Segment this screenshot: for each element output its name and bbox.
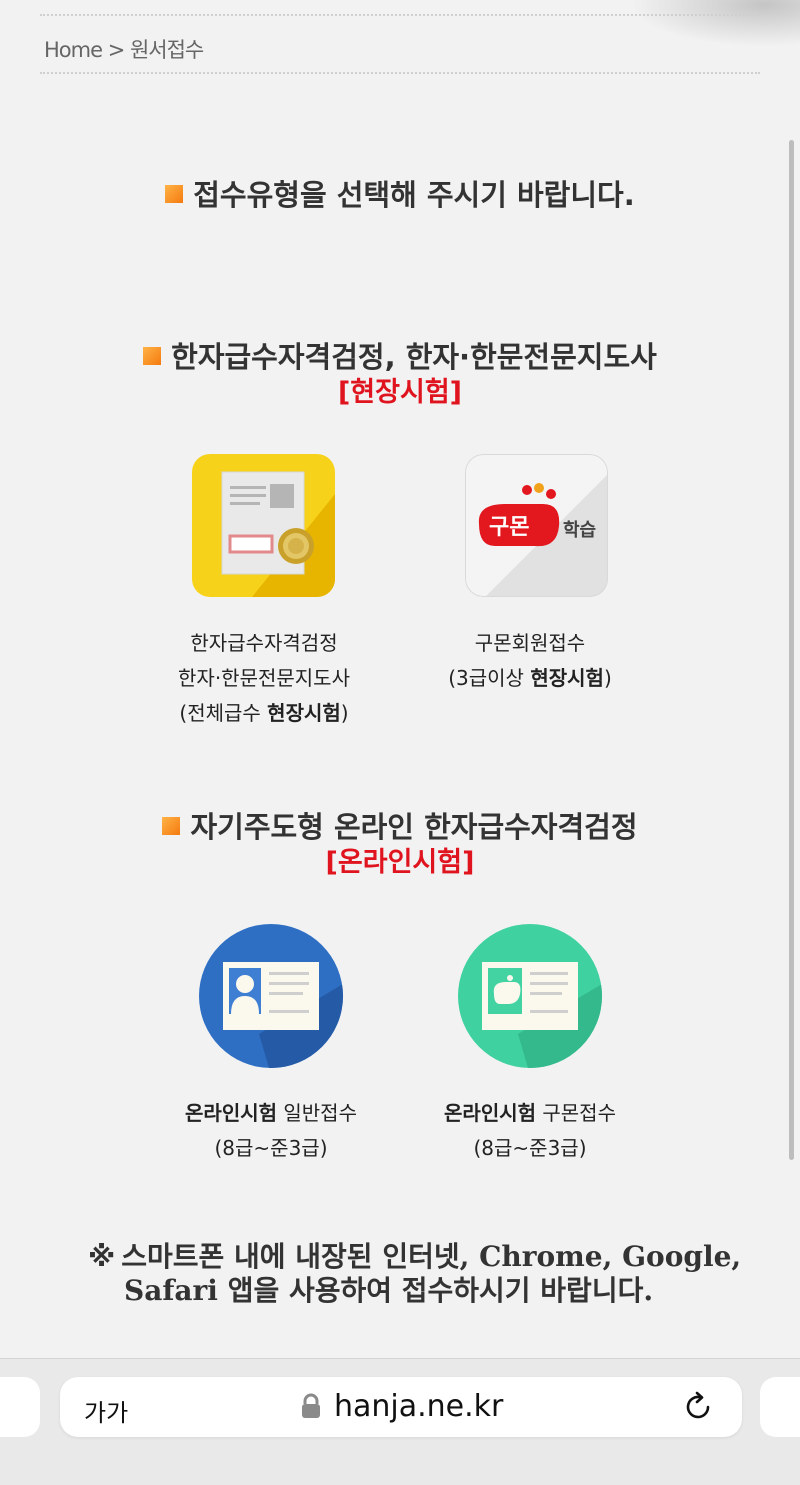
address-bar[interactable]: 가가 hanja.ne.kr <box>60 1377 742 1437</box>
scrollbar[interactable] <box>789 140 794 1160</box>
page-title: 접수유형을 선택해 주시기 바랍니다. <box>0 172 800 214</box>
caption-bold: 온라인시험 <box>444 1101 537 1125</box>
section2-subtitle: [온라인시험] <box>325 847 475 878</box>
online-kumon-caption: 온라인시험 구몬접수 (8급~준3급) <box>380 1096 680 1166</box>
caption-suffix: ) <box>340 701 349 725</box>
section1-subtitle: [현장시험] <box>337 377 463 408</box>
previous-tab[interactable] <box>0 1377 40 1437</box>
text-size-button[interactable]: 가가 <box>84 1393 128 1428</box>
notice-mark: ※ <box>88 1240 116 1273</box>
onsite-exam-caption: 한자급수자격검정 한자·한문전문지도사 (전체급수 현장시험) <box>114 626 414 731</box>
caption-bold: 현장시험 <box>530 666 604 690</box>
caption-rest: 구몬접수 <box>536 1101 616 1125</box>
caption-line: (전체급수 현장시험) <box>114 696 414 731</box>
caption-line: (8급~준3급) <box>214 1136 328 1160</box>
lock-icon <box>300 1393 322 1423</box>
orange-square-icon <box>165 185 184 203</box>
caption-rest: 일반접수 <box>277 1101 357 1125</box>
browser-notice: ※ 스마트폰 내에 내장된 인터넷, Chrome, Google, Safari… <box>88 1240 741 1308</box>
caption-prefix: (3급이상 <box>448 666 531 690</box>
next-tab[interactable] <box>760 1377 800 1437</box>
section2-title-text: 자기주도형 온라인 한자급수자격검정 <box>190 810 638 844</box>
caption-line: 한자급수자격검정 <box>190 631 338 655</box>
kumon-member-button[interactable]: 구몬 학습 <box>465 454 608 601</box>
online-general-caption: 온라인시험 일반접수 (8급~준3급) <box>121 1096 421 1166</box>
orange-square-icon <box>143 347 162 365</box>
orange-square-icon <box>162 817 181 835</box>
document-card-icon <box>192 454 335 597</box>
kumon-card-icon <box>458 924 602 1068</box>
kumon-member-caption: 구몬회원접수 (3급이상 현장시험) <box>380 626 680 696</box>
notice-line: Safari 앱을 사용하여 접수하시기 바랍니다. <box>124 1274 654 1307</box>
caption-line: (3급이상 현장시험) <box>380 661 680 696</box>
caption-bold: 현장시험 <box>267 701 341 725</box>
caption-prefix: (전체급수 <box>179 701 268 725</box>
kumon-logo-sub: 학습 <box>563 519 596 541</box>
url-text: hanja.ne.kr <box>334 1389 504 1424</box>
kumon-logo-text: 구몬 <box>489 515 529 540</box>
caption-line: 한자·한문전문지도사 <box>178 666 350 690</box>
section1-title-text: 한자급수자격검정, 한자·한문전문지도사 <box>171 340 657 374</box>
id-card-icon <box>199 924 343 1068</box>
notice-line: 스마트폰 내에 내장된 인터넷, Chrome, Google, <box>121 1240 742 1273</box>
caption-line: (8급~준3급) <box>473 1136 587 1160</box>
browser-toolbar: 가가 hanja.ne.kr <box>0 1358 800 1485</box>
breadcrumb-text: Home > 원서접수 <box>44 38 204 62</box>
caption-suffix: ) <box>603 666 612 690</box>
breadcrumb: Home > 원서접수 <box>40 14 760 74</box>
reload-icon[interactable] <box>682 1391 714 1427</box>
online-general-button[interactable] <box>199 924 343 1072</box>
page-title-text: 접수유형을 선택해 주시기 바랍니다. <box>193 178 635 212</box>
onsite-exam-button[interactable] <box>192 454 335 601</box>
caption-line: 구몬회원접수 <box>474 631 586 655</box>
caption-bold: 온라인시험 <box>185 1101 278 1125</box>
caption-line: 온라인시험 구몬접수 <box>380 1096 680 1131</box>
caption-line: 온라인시험 일반접수 <box>121 1096 421 1131</box>
kumon-logo-icon: 구몬 학습 <box>465 454 608 597</box>
online-kumon-button[interactable] <box>458 924 602 1072</box>
